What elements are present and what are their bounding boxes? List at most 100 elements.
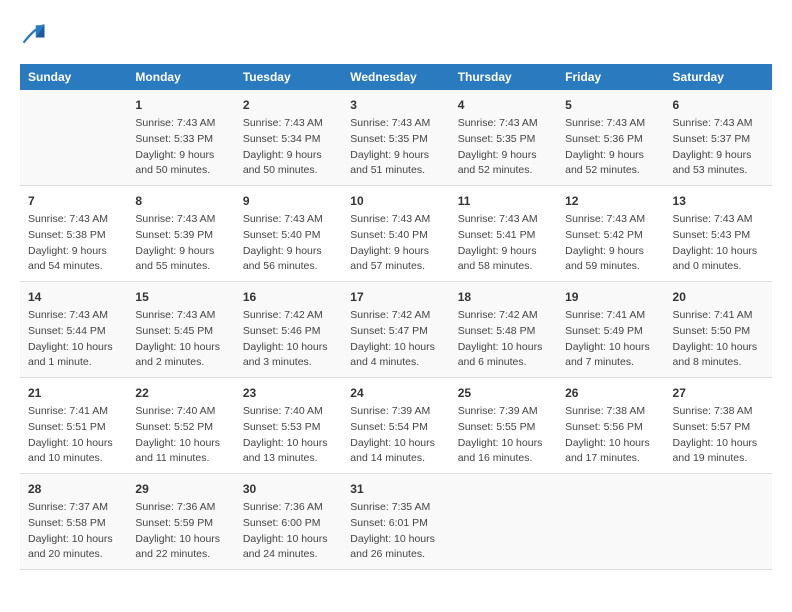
page-header [20,20,772,48]
day-number: 5 [565,96,656,114]
calendar-cell [557,474,664,570]
day-number: 31 [350,480,441,498]
day-info: Sunrise: 7:43 AM Sunset: 5:43 PM Dayligh… [673,212,764,275]
day-info: Sunrise: 7:42 AM Sunset: 5:48 PM Dayligh… [458,308,549,371]
day-info: Sunrise: 7:42 AM Sunset: 5:47 PM Dayligh… [350,308,441,371]
day-number: 28 [28,480,119,498]
calendar-cell: 14Sunrise: 7:43 AM Sunset: 5:44 PM Dayli… [20,282,127,378]
day-info: Sunrise: 7:43 AM Sunset: 5:44 PM Dayligh… [28,308,119,371]
day-number: 11 [458,192,549,210]
day-number: 17 [350,288,441,306]
calendar-cell: 22 Sunrise: 7:40 AM Sunset: 5:52 PM Dayli… [127,378,234,474]
calendar-cell: 23Sunrise: 7:40 AM Sunset: 5:53 PM Dayli… [235,378,342,474]
calendar-cell: 30 Sunrise: 7:36 AM Sunset: 6:00 PM Dayli… [235,474,342,570]
day-number: 9 [243,192,334,210]
calendar-cell: 31 Sunrise: 7:35 AM Sunset: 6:01 PM Dayli… [342,474,449,570]
day-number: 7 [28,192,119,210]
day-info: Sunrise: 7:43 AM Sunset: 5:40 PM Dayligh… [350,212,441,275]
day-info: Sunrise: 7:37 AM Sunset: 5:58 PM Dayligh… [28,500,119,563]
header-day-wednesday: Wednesday [342,64,449,90]
calendar-cell: 25 Sunrise: 7:39 AM Sunset: 5:55 PM Dayli… [450,378,557,474]
header-day-tuesday: Tuesday [235,64,342,90]
day-info: Sunrise: 7:38 AM Sunset: 5:56 PM Dayligh… [565,404,656,467]
day-number: 8 [135,192,226,210]
day-number: 19 [565,288,656,306]
day-number: 10 [350,192,441,210]
day-info: Sunrise: 7:40 AM Sunset: 5:52 PM Dayligh… [135,404,226,467]
calendar-cell: 3Sunrise: 7:43 AM Sunset: 5:35 PM Daylig… [342,90,449,186]
day-number: 2 [243,96,334,114]
day-info: Sunrise: 7:43 AM Sunset: 5:34 PM Dayligh… [243,116,334,179]
calendar-cell: 27 Sunrise: 7:38 AM Sunset: 5:57 PM Dayli… [665,378,772,474]
logo [20,20,52,48]
day-info: Sunrise: 7:43 AM Sunset: 5:45 PM Dayligh… [135,308,226,371]
calendar-cell: 18 Sunrise: 7:42 AM Sunset: 5:48 PM Dayli… [450,282,557,378]
calendar-cell: 12 Sunrise: 7:43 AM Sunset: 5:42 PM Dayli… [557,186,664,282]
calendar-cell: 4Sunrise: 7:43 AM Sunset: 5:35 PM Daylig… [450,90,557,186]
day-number: 21 [28,384,119,402]
calendar-cell: 29Sunrise: 7:36 AM Sunset: 5:59 PM Dayli… [127,474,234,570]
day-info: Sunrise: 7:43 AM Sunset: 5:33 PM Dayligh… [135,116,226,179]
day-info: Sunrise: 7:43 AM Sunset: 5:36 PM Dayligh… [565,116,656,179]
day-number: 4 [458,96,549,114]
calendar-cell: 17 Sunrise: 7:42 AM Sunset: 5:47 PM Dayli… [342,282,449,378]
day-number: 20 [673,288,764,306]
week-row-1: 1 Sunrise: 7:43 AM Sunset: 5:33 PM Daylig… [20,90,772,186]
day-info: Sunrise: 7:43 AM Sunset: 5:38 PM Dayligh… [28,212,119,275]
day-number: 29 [135,480,226,498]
day-info: Sunrise: 7:35 AM Sunset: 6:01 PM Dayligh… [350,500,441,563]
day-number: 25 [458,384,549,402]
week-row-5: 28 Sunrise: 7:37 AM Sunset: 5:58 PM Dayli… [20,474,772,570]
header-row: SundayMondayTuesdayWednesdayThursdayFrid… [20,64,772,90]
day-number: 24 [350,384,441,402]
day-number: 16 [243,288,334,306]
calendar-cell: 26Sunrise: 7:38 AM Sunset: 5:56 PM Dayli… [557,378,664,474]
header-day-monday: Monday [127,64,234,90]
calendar-cell [20,90,127,186]
calendar-cell: 11 Sunrise: 7:43 AM Sunset: 5:41 PM Dayli… [450,186,557,282]
calendar-cell: 20 Sunrise: 7:41 AM Sunset: 5:50 PM Dayli… [665,282,772,378]
day-number: 12 [565,192,656,210]
day-number: 22 [135,384,226,402]
calendar-cell: 21 Sunrise: 7:41 AM Sunset: 5:51 PM Dayli… [20,378,127,474]
calendar-cell: 7 Sunrise: 7:43 AM Sunset: 5:38 PM Daylig… [20,186,127,282]
day-info: Sunrise: 7:36 AM Sunset: 6:00 PM Dayligh… [243,500,334,563]
day-number: 1 [135,96,226,114]
calendar-cell: 19 Sunrise: 7:41 AM Sunset: 5:49 PM Dayli… [557,282,664,378]
week-row-2: 7 Sunrise: 7:43 AM Sunset: 5:38 PM Daylig… [20,186,772,282]
calendar-cell: 2 Sunrise: 7:43 AM Sunset: 5:34 PM Daylig… [235,90,342,186]
header-day-friday: Friday [557,64,664,90]
header-day-saturday: Saturday [665,64,772,90]
day-number: 23 [243,384,334,402]
day-number: 30 [243,480,334,498]
calendar-cell: 16 Sunrise: 7:42 AM Sunset: 5:46 PM Dayli… [235,282,342,378]
day-info: Sunrise: 7:39 AM Sunset: 5:55 PM Dayligh… [458,404,549,467]
day-number: 13 [673,192,764,210]
week-row-3: 14Sunrise: 7:43 AM Sunset: 5:44 PM Dayli… [20,282,772,378]
header-day-sunday: Sunday [20,64,127,90]
day-info: Sunrise: 7:41 AM Sunset: 5:51 PM Dayligh… [28,404,119,467]
day-number: 15 [135,288,226,306]
day-info: Sunrise: 7:43 AM Sunset: 5:39 PM Dayligh… [135,212,226,275]
day-number: 3 [350,96,441,114]
day-info: Sunrise: 7:41 AM Sunset: 5:49 PM Dayligh… [565,308,656,371]
day-number: 18 [458,288,549,306]
calendar-cell: 28 Sunrise: 7:37 AM Sunset: 5:58 PM Dayli… [20,474,127,570]
day-info: Sunrise: 7:43 AM Sunset: 5:41 PM Dayligh… [458,212,549,275]
calendar-table: SundayMondayTuesdayWednesdayThursdayFrid… [20,64,772,570]
day-info: Sunrise: 7:38 AM Sunset: 5:57 PM Dayligh… [673,404,764,467]
calendar-cell: 1 Sunrise: 7:43 AM Sunset: 5:33 PM Daylig… [127,90,234,186]
day-number: 6 [673,96,764,114]
calendar-cell: 24 Sunrise: 7:39 AM Sunset: 5:54 PM Dayli… [342,378,449,474]
header-day-thursday: Thursday [450,64,557,90]
day-number: 27 [673,384,764,402]
day-info: Sunrise: 7:43 AM Sunset: 5:37 PM Dayligh… [673,116,764,179]
calendar-cell [450,474,557,570]
day-info: Sunrise: 7:42 AM Sunset: 5:46 PM Dayligh… [243,308,334,371]
calendar-cell [665,474,772,570]
calendar-cell: 15 Sunrise: 7:43 AM Sunset: 5:45 PM Dayli… [127,282,234,378]
day-info: Sunrise: 7:41 AM Sunset: 5:50 PM Dayligh… [673,308,764,371]
day-info: Sunrise: 7:39 AM Sunset: 5:54 PM Dayligh… [350,404,441,467]
week-row-4: 21 Sunrise: 7:41 AM Sunset: 5:51 PM Dayli… [20,378,772,474]
day-info: Sunrise: 7:43 AM Sunset: 5:42 PM Dayligh… [565,212,656,275]
